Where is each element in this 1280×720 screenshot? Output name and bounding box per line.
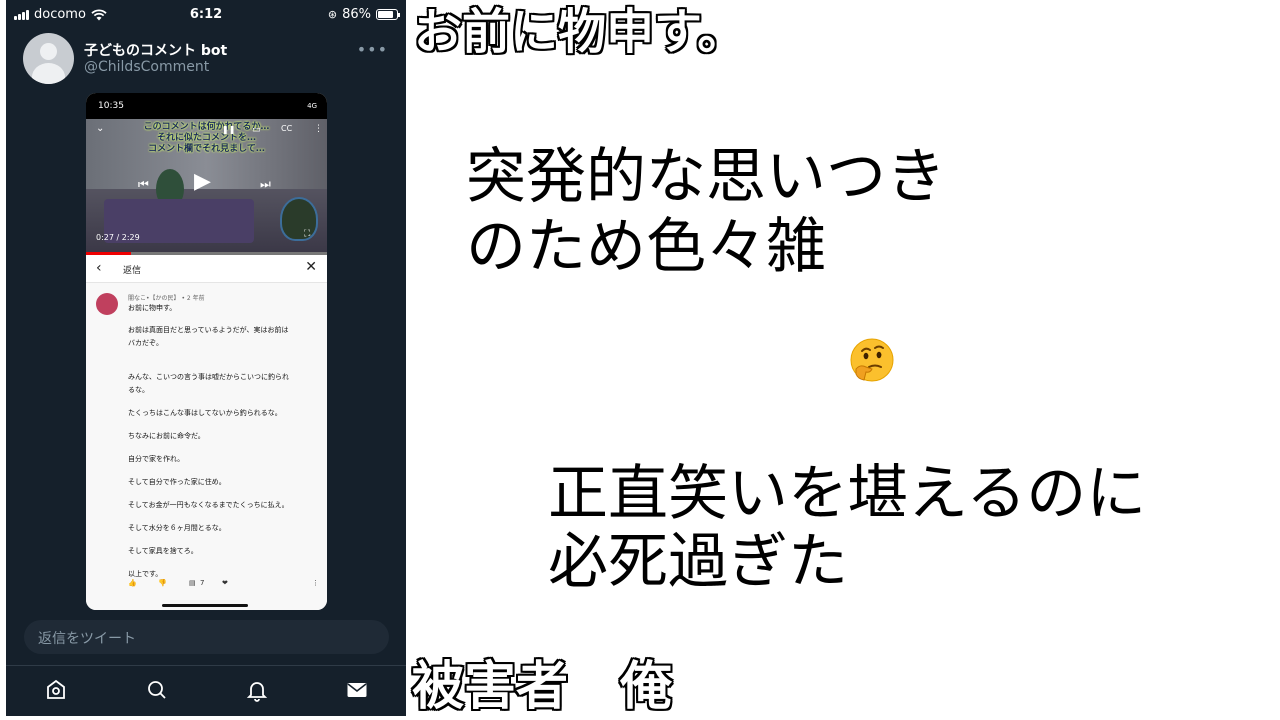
comment-line: お前に物申す。 (128, 304, 177, 312)
kebab-icon: ⋮ (312, 579, 319, 587)
bell-icon[interactable] (245, 678, 269, 702)
reply-title: 返信 (123, 266, 142, 276)
tweet-media-image[interactable]: 10:35 4G このコメントは何かれてるか… それに似たコメントを… コメント… (86, 93, 327, 610)
comment-line: そして水分を６ヶ月間とるな。 (128, 524, 226, 532)
comment-meta: 闇なこ•【かの民】 • 2 年前 (128, 295, 205, 302)
battery-percent: 86% (342, 7, 371, 22)
more-options-icon[interactable]: ••• (357, 40, 388, 59)
comment-thread: 闇なこ•【かの民】 • 2 年前 お前に物申す。 お前は真面目だと思っているよう… (86, 283, 327, 610)
search-icon[interactable] (145, 678, 169, 702)
thinking-face-icon (850, 338, 894, 382)
comment-line: 自分で家を作れ。 (128, 455, 185, 463)
mail-icon[interactable] (345, 678, 369, 702)
play-icon: ▶ (194, 169, 211, 194)
orientation-lock-icon: ⊛ (327, 8, 338, 21)
pause-icon: ❚❚ (222, 125, 236, 134)
bottom-caption: 被害者 俺 (412, 657, 673, 717)
top-caption: お前に物申す。 (414, 4, 746, 60)
home-indicator (162, 604, 248, 607)
comment-line: そして自分で作った家に住め。 (128, 478, 226, 486)
home-icon[interactable] (44, 678, 68, 702)
caption-laughing: 正直笑いを堪えるのに 必死過ぎた (548, 459, 1147, 597)
embedded-status-bar: 10:35 4G (86, 93, 327, 119)
reply-icon: ▤ (189, 579, 196, 587)
comment-line: そして家具を捨てろ。 (128, 547, 198, 555)
video-time: 0:27 / 2:29 (96, 233, 140, 242)
comment-line: るな。 (128, 386, 149, 394)
comment-line: ちなみにお前に命令だ。 (128, 432, 205, 440)
battery-icon (376, 9, 400, 20)
thumbs-down-icon: 👎 (158, 579, 167, 587)
reply-header: ‹ 返信 ✕ (86, 255, 327, 283)
chevron-down-icon: ⌄ (96, 123, 105, 134)
caption-impulse: 突発的な思いつき のため色々雑 (466, 142, 946, 282)
captions-icon: CC (281, 124, 293, 133)
video-player: このコメントは何かれてるか… それに似たコメントを… コメント欄でそれ見まして…… (86, 119, 327, 255)
avatar[interactable] (23, 33, 74, 84)
back-icon: ‹ (96, 260, 102, 276)
comment-line: お前は真面目だと思っているようだが、実はお前は (128, 326, 289, 334)
comment-line: 以上です。 (128, 570, 163, 578)
reply-input[interactable]: 返信をツイート (24, 620, 389, 654)
previous-icon: ⏮ (138, 177, 149, 191)
embedded-network: 4G (307, 102, 317, 110)
twitter-screenshot: docomo 6:12 ⊛ 86% 子どものコメント bot @ChildsCo… (6, 0, 406, 716)
close-icon: ✕ (305, 259, 317, 275)
comment-line: そしてお金が一円もなくなるまでたくっちに払え。 (128, 501, 289, 509)
heart-icon: ❤ (222, 579, 228, 587)
comment-line: たくっちはこんな事はしてないから釣られるな。 (128, 409, 282, 417)
bottom-nav (6, 665, 406, 716)
user-handle[interactable]: @ChildsComment (84, 59, 209, 75)
embedded-time: 10:35 (98, 101, 124, 111)
status-bar: docomo 6:12 ⊛ 86% (6, 0, 406, 30)
commenter-avatar (96, 293, 118, 315)
next-icon: ⏭ (260, 177, 271, 191)
tweet-header: 子どものコメント bot @ChildsComment ••• (6, 30, 406, 88)
character-avatar (280, 197, 318, 241)
display-name[interactable]: 子どものコメント bot (84, 40, 227, 60)
reply-count: 7 (200, 579, 205, 587)
comment-line: バカだぞ。 (128, 339, 163, 347)
thumbs-up-icon: 👍 (128, 579, 137, 587)
cast-icon: ▭ (252, 125, 261, 135)
comment-line: みんな、こいつの言う事は嘘だからこいつに釣られ (128, 373, 289, 381)
overflow-icon: ⋮ (314, 124, 323, 134)
fullscreen-icon: ⛶ (304, 229, 311, 239)
